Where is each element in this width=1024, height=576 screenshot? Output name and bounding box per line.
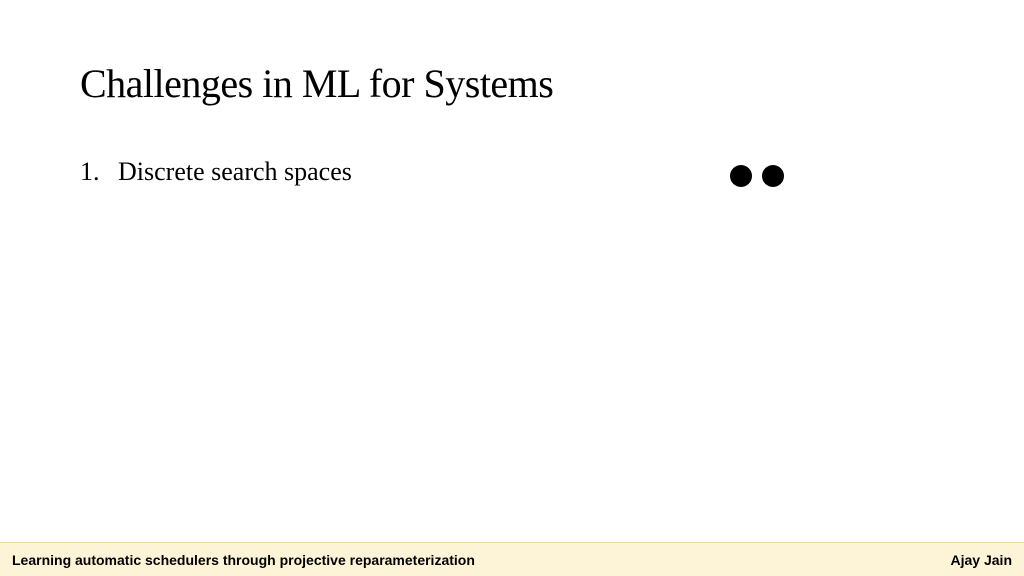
slide-title: Challenges in ML for Systems xyxy=(80,60,944,107)
dot-icon xyxy=(762,165,784,187)
footer-left-text: Learning automatic schedulers through pr… xyxy=(12,552,475,568)
dots-decoration xyxy=(730,165,784,187)
slide-body: Challenges in ML for Systems 1. Discrete… xyxy=(0,0,1024,187)
list-item: 1. Discrete search spaces xyxy=(80,157,352,187)
dot-icon xyxy=(730,165,752,187)
footer-bar: Learning automatic schedulers through pr… xyxy=(0,542,1024,576)
list-item-text: Discrete search spaces xyxy=(118,157,352,187)
list-item-number: 1. xyxy=(80,157,100,187)
content-row: 1. Discrete search spaces xyxy=(80,157,944,187)
footer-right-text: Ajay Jain xyxy=(951,552,1012,568)
numbered-list: 1. Discrete search spaces xyxy=(80,157,352,187)
